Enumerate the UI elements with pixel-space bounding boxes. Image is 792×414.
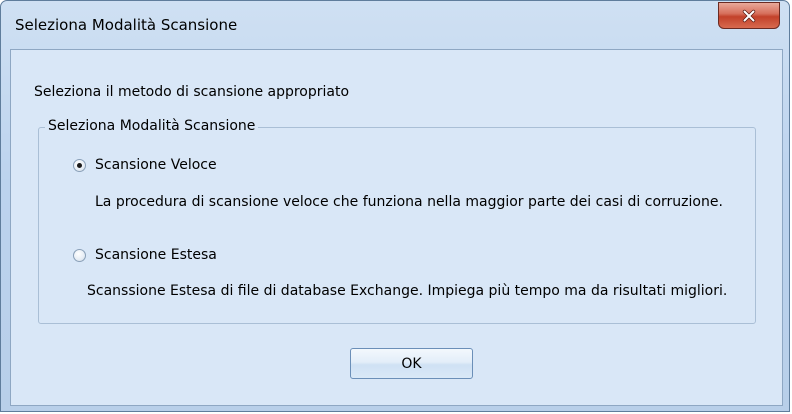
scan-mode-group: Seleziona Modalità Scansione Scansione V… bbox=[38, 118, 756, 324]
close-icon bbox=[742, 9, 756, 22]
extended-scan-label[interactable]: Scansione Estesa bbox=[95, 247, 217, 263]
fast-scan-description: La procedura di scansione veloce che fun… bbox=[95, 194, 723, 210]
dialog-content: Seleziona il metodo di scansione appropr… bbox=[10, 49, 783, 406]
group-label: Seleziona Modalità Scansione bbox=[45, 118, 259, 134]
close-button[interactable] bbox=[718, 2, 780, 29]
radio-option-extended-scan[interactable]: Scansione Estesa bbox=[73, 247, 217, 263]
fast-scan-label[interactable]: Scansione Veloce bbox=[95, 157, 217, 173]
radio-selected-dot bbox=[77, 162, 82, 168]
dialog-window: Seleziona Modalità Scansione Seleziona i… bbox=[0, 0, 790, 412]
window-title: Seleziona Modalità Scansione bbox=[15, 16, 238, 34]
title-bar[interactable]: Seleziona Modalità Scansione bbox=[1, 1, 789, 49]
radio-button-fast-scan[interactable] bbox=[73, 158, 86, 172]
radio-option-fast-scan[interactable]: Scansione Veloce bbox=[73, 157, 217, 173]
ok-button[interactable]: OK bbox=[350, 348, 473, 379]
instruction-text: Seleziona il metodo di scansione appropr… bbox=[34, 84, 350, 100]
radio-button-extended-scan[interactable] bbox=[73, 248, 86, 262]
extended-scan-description: Scanssione Estesa di file di database Ex… bbox=[87, 283, 728, 299]
